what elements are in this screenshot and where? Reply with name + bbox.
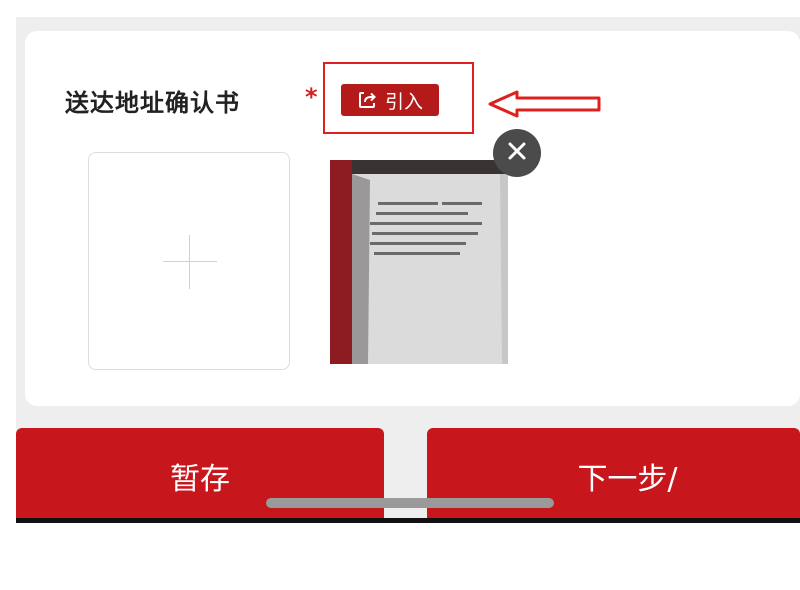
required-mark: * bbox=[305, 83, 318, 111]
share-import-icon bbox=[357, 90, 377, 110]
form-screen: 送达地址确认书 * 引入 暂存 下一步/ bbox=[16, 17, 800, 523]
form-card: 送达地址确认书 * 引入 bbox=[25, 31, 800, 406]
close-icon bbox=[506, 140, 528, 166]
save-draft-button[interactable]: 暂存 bbox=[16, 428, 384, 523]
home-indicator[interactable] bbox=[266, 498, 554, 508]
next-step-label: 下一步/ bbox=[577, 461, 678, 497]
uploaded-document-thumbnail[interactable] bbox=[330, 160, 508, 364]
save-draft-label: 暂存 bbox=[170, 461, 230, 497]
add-image-tile[interactable] bbox=[88, 152, 290, 370]
import-button-label: 引入 bbox=[384, 90, 423, 113]
screen-bottom-edge bbox=[16, 518, 800, 523]
import-button[interactable]: 引入 bbox=[341, 84, 439, 116]
next-step-button[interactable]: 下一步/ bbox=[427, 428, 800, 523]
field-label: 送达地址确认书 bbox=[65, 89, 240, 117]
plus-icon bbox=[163, 261, 217, 262]
annotation-arrow bbox=[487, 86, 607, 126]
remove-image-button[interactable] bbox=[493, 129, 541, 177]
